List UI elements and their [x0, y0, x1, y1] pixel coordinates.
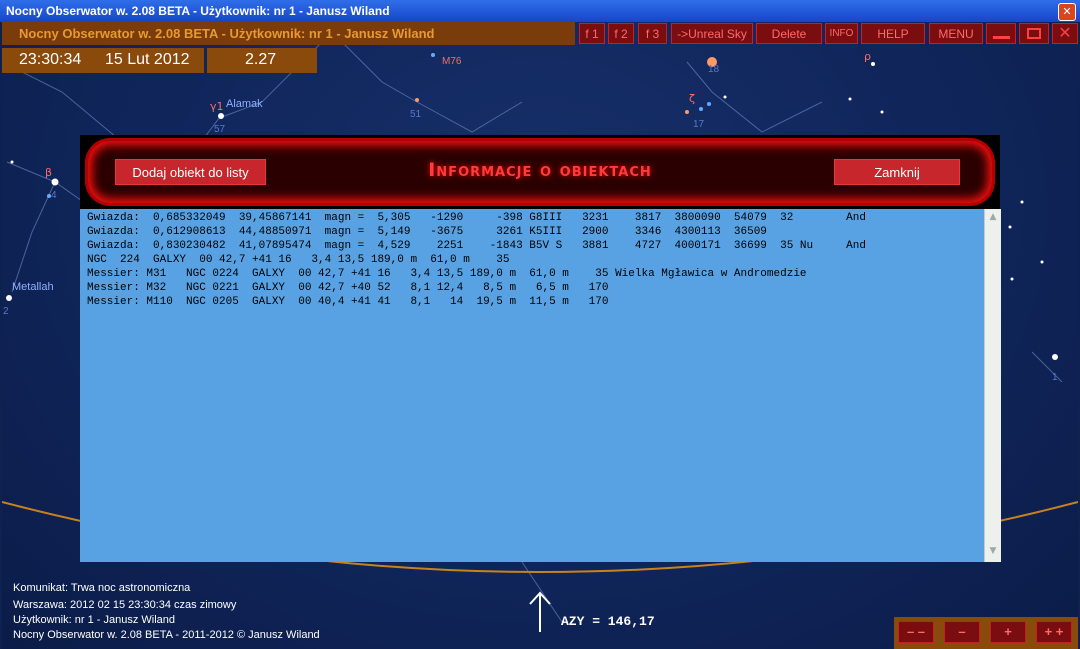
- star: [1052, 354, 1058, 360]
- help-button[interactable]: HELP: [861, 23, 925, 44]
- scroll-down-icon[interactable]: ▼: [987, 546, 999, 558]
- f3-button[interactable]: f 3: [638, 23, 667, 44]
- info-line: Gwiazda: 0,685332049 39,45867141 magn = …: [87, 212, 866, 224]
- delete-button[interactable]: Delete: [756, 23, 822, 44]
- sky-label-metallah: Metallah: [12, 281, 54, 293]
- sky-label-m76: M76: [442, 56, 462, 67]
- close-panel-button[interactable]: Zamknij: [834, 159, 960, 185]
- azimuth-readout: AZY = 146,17: [561, 614, 655, 629]
- info-line: NGC 224 GALXY 00 42,7 +41 16 3,4 13,5 18…: [87, 254, 510, 266]
- scroll-up-icon[interactable]: ▲: [987, 212, 999, 224]
- status-footer: Nocny Obserwator w. 2.08 BETA - 2011-201…: [13, 629, 320, 641]
- info-line: Gwiazda: 0,612908613 44,48850971 magn = …: [87, 226, 767, 238]
- clock-display: 23:30:34 15 Lut 2012: [2, 48, 204, 73]
- value-display: 2.27: [207, 48, 317, 73]
- far-left-button[interactable]: – –: [898, 621, 934, 643]
- star: [699, 107, 703, 111]
- info-button[interactable]: INFO: [825, 23, 858, 44]
- star: [1020, 200, 1024, 204]
- star: [6, 295, 12, 301]
- close-icon: ✕: [1058, 23, 1072, 42]
- star: [707, 102, 711, 106]
- toolbar: f 1 f 2 f 3 ->Unreal Sky Delete INFO HEL…: [0, 23, 1080, 44]
- constellation-line: [331, 31, 523, 133]
- star: [871, 62, 875, 66]
- object-info-textarea[interactable]: Gwiazda: 0,685332049 39,45867141 magn = …: [80, 209, 984, 562]
- object-info-panel: Dodaj obiekt do listy Informacje o obiek…: [80, 135, 1001, 562]
- window-close-button[interactable]: ✕: [1058, 3, 1076, 21]
- minimize-icon: [993, 36, 1010, 39]
- unreal-sky-button[interactable]: ->Unreal Sky: [671, 23, 753, 44]
- sky-label-alamak: Alamak: [226, 98, 263, 110]
- menu-button[interactable]: MENU: [929, 23, 983, 44]
- sky-label-1: 1: [1052, 372, 1058, 383]
- info-line: Messier: M110 NGC 0205 GALXY 00 40,4 +41…: [87, 296, 609, 308]
- star: [1008, 225, 1012, 229]
- status-message: Komunikat: Trwa noc astronomiczna: [13, 582, 191, 594]
- star: [1040, 260, 1044, 264]
- status-user: Użytkownik: nr 1 - Janusz Wiland: [13, 614, 175, 626]
- sky-label-zeta: ζ: [689, 92, 695, 105]
- sky-label-2: 2: [3, 306, 9, 317]
- sky-label-4: 4: [51, 190, 57, 201]
- left-button[interactable]: –: [944, 621, 980, 643]
- f1-button[interactable]: f 1: [579, 23, 605, 44]
- star: [1010, 277, 1014, 281]
- sky-label-gamma1: γ1: [210, 100, 224, 113]
- info-line: Messier: M32 NGC 0221 GALXY 00 42,7 +40 …: [87, 282, 609, 294]
- maximize-button[interactable]: [1019, 23, 1049, 44]
- star: [431, 53, 435, 57]
- star: [51, 178, 59, 186]
- status-location-time: Warszawa: 2012 02 15 23:30:34 czas zimow…: [13, 599, 237, 611]
- textarea-scrollbar[interactable]: ▲ ▼: [984, 209, 1001, 562]
- sky-label-rho: ρ: [864, 50, 871, 63]
- star: [10, 160, 14, 164]
- star: [218, 113, 224, 119]
- info-line: Messier: M31 NGC 0224 GALXY 00 42,7 +41 …: [87, 268, 807, 280]
- sky-label-57: 57: [214, 124, 226, 135]
- sky-label-51: 51: [410, 109, 422, 120]
- constellation-line: [11, 181, 56, 293]
- star: [685, 110, 689, 114]
- info-line: Gwiazda: 0,830230482 41,07895474 magn = …: [87, 240, 866, 252]
- sky-label-beta: β: [45, 166, 53, 179]
- window-icon: [1027, 28, 1041, 39]
- time-display: 23:30:34: [19, 51, 82, 68]
- window-title: Nocny Obserwator w. 2.08 BETA - Użytkown…: [6, 4, 390, 18]
- far-right-button[interactable]: + +: [1036, 621, 1072, 643]
- star: [848, 97, 852, 101]
- star: [723, 95, 727, 99]
- sky-label-17: 17: [693, 119, 705, 130]
- minimize-button[interactable]: [986, 23, 1016, 44]
- date-display: 15 Lut 2012: [105, 51, 190, 68]
- star: [880, 110, 884, 114]
- f2-button[interactable]: f 2: [608, 23, 634, 44]
- star: [415, 98, 419, 102]
- close-button[interactable]: ✕: [1052, 23, 1078, 44]
- value-text: 2.27: [245, 51, 277, 68]
- window-titlebar: Nocny Obserwator w. 2.08 BETA - Użytkown…: [0, 0, 1080, 22]
- zoom-nav-buttons: – – – + + +: [894, 617, 1078, 649]
- right-button[interactable]: +: [990, 621, 1026, 643]
- sky-label-18: 18: [708, 64, 720, 75]
